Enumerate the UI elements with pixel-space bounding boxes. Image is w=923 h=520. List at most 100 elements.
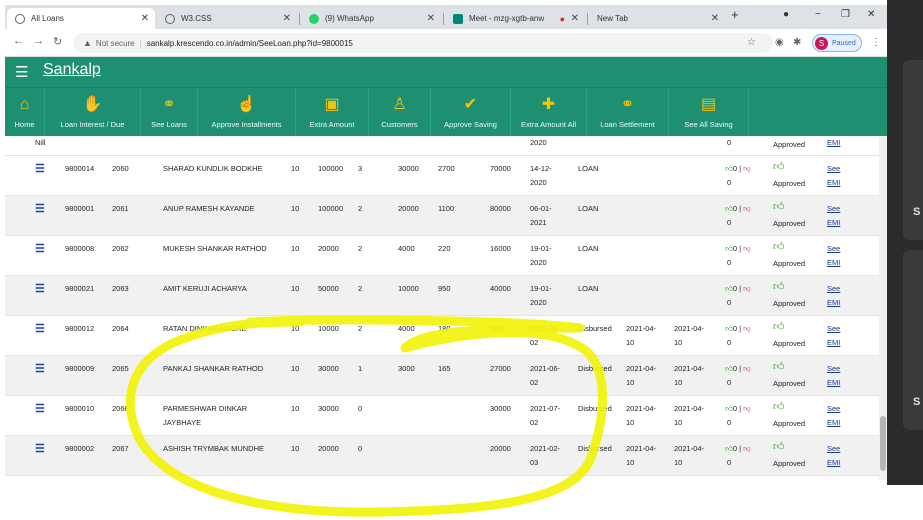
- cell-b: 950: [438, 284, 451, 293]
- scrollbar-thumb[interactable]: [880, 416, 886, 471]
- minimize-icon[interactable]: −: [815, 9, 821, 20]
- row-menu-icon[interactable]: ☰: [35, 282, 45, 296]
- thumbs-up-icon[interactable]: 👍︎: [725, 324, 733, 333]
- nav-customers[interactable]: ♙ Customers: [369, 88, 431, 137]
- see-emi-link[interactable]: See EMI: [827, 402, 840, 430]
- tab-search-icon[interactable]: ●: [783, 9, 789, 20]
- profile-button[interactable]: S Paused: [812, 34, 862, 52]
- cell-count: 0: [727, 298, 732, 307]
- nav-approve-saving[interactable]: ✔ Approve Saving: [431, 88, 511, 137]
- bookmark-star-icon[interactable]: ☆: [747, 37, 756, 48]
- cell-count: 0: [727, 338, 732, 347]
- table-row: ☰ 9800002 2067 ASHISH TRYMBAK MUNDHE 10 20000…: [5, 436, 879, 476]
- cell-loan-no: 2060: [112, 164, 129, 173]
- globe-icon: [165, 13, 175, 24]
- see-emi-link[interactable]: See EMI: [827, 322, 840, 350]
- hamburger-menu-icon[interactable]: ☰: [15, 63, 28, 81]
- reaction-group: 👍︎0 | 👎︎: [725, 204, 751, 213]
- browser-toolbar: ← → ↻ ▲ Not secure | sankalp.krescendo.c…: [5, 29, 887, 57]
- thumbs-up-icon[interactable]: 👍︎: [725, 204, 733, 213]
- row-menu-icon[interactable]: ☰: [35, 242, 45, 256]
- cell-loan-no: 2063: [112, 284, 129, 293]
- extension-icon[interactable]: ◉: [775, 37, 784, 48]
- row-menu-icon[interactable]: ☰: [35, 362, 45, 376]
- address-bar[interactable]: ▲ Not secure | sankalp.krescendo.co.in/a…: [73, 33, 773, 53]
- thumbs-up-icon[interactable]: 👍︎: [725, 164, 733, 173]
- thumbs-up-icon[interactable]: 👍︎: [725, 404, 733, 413]
- close-icon[interactable]: ✕: [141, 13, 149, 24]
- cell-status: Approved: [773, 419, 806, 428]
- nav-see-all-saving[interactable]: ▤ See All Saving: [669, 88, 749, 137]
- cell-name: SHARAD KUNDLIK BODKHE: [163, 164, 263, 173]
- thumbs-down-icon[interactable]: 👎︎: [743, 164, 751, 173]
- close-icon[interactable]: ✕: [427, 13, 435, 24]
- cell-b: 165: [438, 364, 451, 373]
- tab-new-tab[interactable]: New Tab ✕: [589, 8, 725, 29]
- nav-home[interactable]: ⌂ Home: [5, 88, 45, 137]
- cell-status: Approved: [773, 299, 806, 308]
- tab-w3css[interactable]: W3.CSS ✕: [157, 8, 297, 29]
- puzzle-icon[interactable]: ✱: [793, 37, 801, 48]
- thumbs-down-icon[interactable]: 👎︎: [743, 284, 751, 293]
- approve-thumb-icon[interactable]: 👍︎: [773, 400, 785, 414]
- cell-b: 220: [438, 244, 451, 253]
- see-emi-link[interactable]: See EMI: [827, 242, 840, 270]
- thumbs-up-icon[interactable]: 👍︎: [725, 284, 733, 293]
- brand-link[interactable]: Sankalp: [43, 61, 101, 79]
- thumbs-up-icon[interactable]: 👍︎: [725, 364, 733, 373]
- cell-c: 27000: [490, 364, 511, 373]
- browser-menu-icon[interactable]: ⋮: [871, 37, 881, 48]
- approve-thumb-icon[interactable]: 👍︎: [773, 360, 785, 374]
- tab-meet[interactable]: Meet - mzg-xgtb-anw ● ✕: [445, 8, 585, 29]
- see-emi-link[interactable]: See EMI: [827, 202, 840, 230]
- row-menu-icon[interactable]: ☰: [35, 442, 45, 456]
- thumbs-down-icon[interactable]: 👎︎: [743, 444, 751, 453]
- nav-approve-installments[interactable]: ☝ Approve Installments: [198, 88, 296, 137]
- see-emi-link[interactable]: See EMI: [827, 162, 840, 190]
- row-menu-icon[interactable]: ☰: [35, 162, 45, 176]
- close-icon[interactable]: ✕: [571, 13, 579, 24]
- nav-see-loans[interactable]: ⚭ See Loans: [141, 88, 198, 137]
- thumbs-down-icon[interactable]: 👎︎: [743, 324, 751, 333]
- nav-loan-interest-due[interactable]: ✋ Loan Interest / Due: [45, 88, 141, 137]
- reload-icon[interactable]: ↻: [53, 35, 62, 48]
- approve-thumb-icon[interactable]: 👍︎: [773, 200, 785, 214]
- thumbs-down-icon[interactable]: 👎︎: [743, 204, 751, 213]
- like-count: 0: [732, 324, 738, 333]
- close-icon[interactable]: ✕: [283, 13, 291, 24]
- cell-date: 2021-07-02: [530, 404, 561, 427]
- back-icon[interactable]: ←: [13, 35, 24, 47]
- cell-n: 1: [358, 364, 363, 373]
- approve-thumb-icon[interactable]: 👍︎: [773, 240, 785, 254]
- tab-whatsapp[interactable]: (9) WhatsApp ✕: [301, 8, 441, 29]
- row-menu-icon[interactable]: ☰: [35, 322, 45, 336]
- thumbs-down-icon[interactable]: 👎︎: [743, 364, 751, 373]
- cell-c: 40000: [490, 284, 511, 293]
- row-menu-icon[interactable]: ☰: [35, 402, 45, 416]
- nav-extra-amount-all[interactable]: ✚ Extra Amount All: [511, 88, 587, 137]
- approve-thumb-icon[interactable]: 👍︎: [773, 320, 785, 334]
- approve-thumb-icon[interactable]: 👍︎: [773, 440, 785, 454]
- thumbs-up-icon[interactable]: 👍︎: [725, 244, 733, 253]
- thumbs-down-icon[interactable]: 👎︎: [743, 244, 751, 253]
- approve-thumb-icon[interactable]: 👍︎: [773, 280, 785, 294]
- approve-thumb-icon[interactable]: 👍︎: [773, 160, 785, 174]
- nav-extra-amount[interactable]: ▣ Extra Amount: [296, 88, 369, 137]
- row-menu-icon[interactable]: ☰: [35, 202, 45, 216]
- cell-a: 30000: [398, 164, 419, 173]
- tab-all-loans[interactable]: All Loans ✕: [7, 8, 155, 29]
- see-emi-link[interactable]: See EMI: [827, 362, 840, 390]
- security-label: Not secure: [95, 38, 135, 48]
- emi-link[interactable]: EMI: [827, 136, 840, 150]
- thumbs-up-icon[interactable]: 👍︎: [725, 444, 733, 453]
- nav-loan-settlement[interactable]: ⚭ Loan Settlement: [587, 88, 669, 137]
- see-emi-link[interactable]: See EMI: [827, 442, 840, 470]
- close-window-icon[interactable]: ✕: [867, 9, 875, 20]
- new-tab-icon[interactable]: +: [731, 7, 739, 22]
- thumbs-down-icon[interactable]: 👎︎: [743, 404, 751, 413]
- see-emi-link[interactable]: See EMI: [827, 282, 840, 310]
- close-icon[interactable]: ✕: [711, 13, 719, 24]
- forward-icon[interactable]: →: [33, 35, 44, 47]
- scrollbar[interactable]: [879, 136, 887, 480]
- restore-icon[interactable]: ❐: [841, 9, 850, 20]
